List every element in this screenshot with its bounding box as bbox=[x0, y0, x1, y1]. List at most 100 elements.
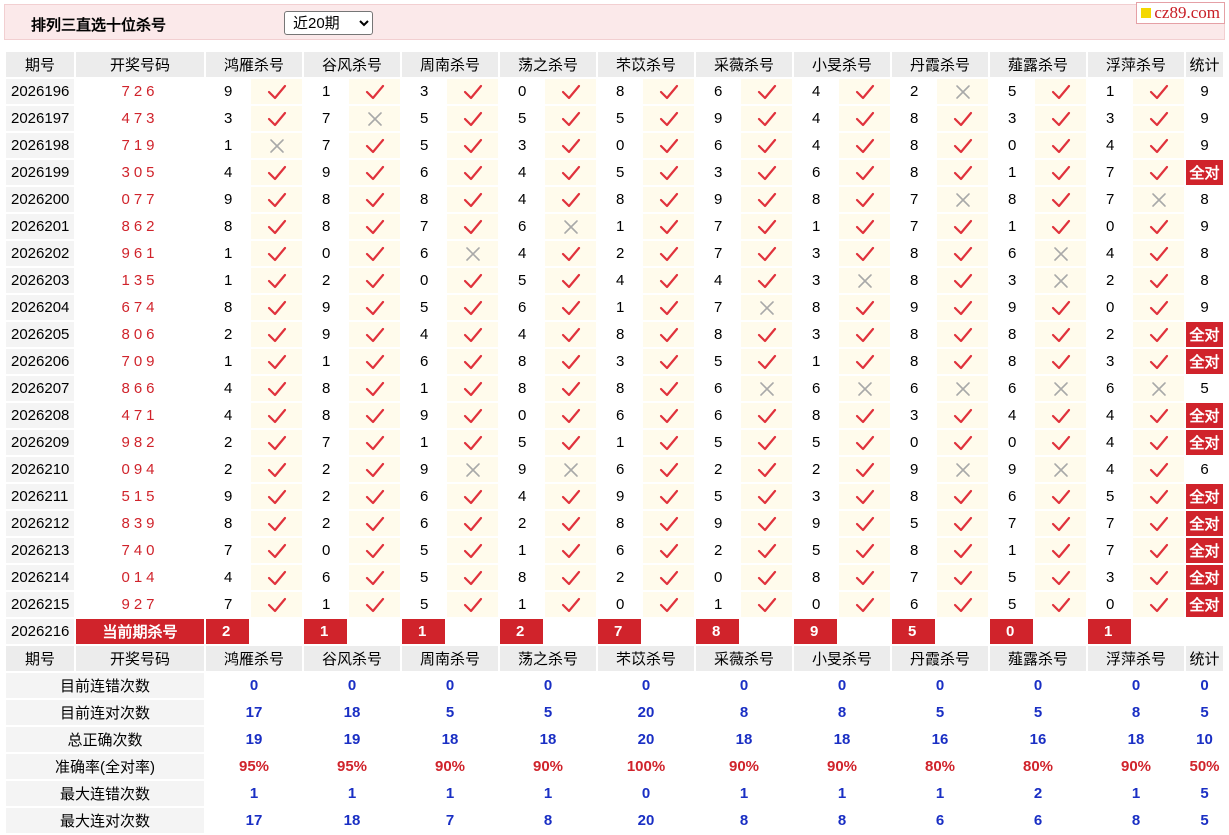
summary-row: 准确率(全对率) 95% 95% 90% 90% 100% 90% 90% 80% 80% 90% 5… bbox=[6, 754, 1223, 779]
cross-icon bbox=[1035, 241, 1086, 266]
kill-number-cell: 4 bbox=[1088, 133, 1131, 158]
col-expert-header[interactable]: 丹霞杀号 bbox=[892, 52, 988, 77]
kill-number-cell: 3 bbox=[1088, 565, 1131, 590]
kill-number-cell: 2 bbox=[1088, 268, 1131, 293]
current-kill-number: 8 bbox=[696, 619, 739, 644]
check-icon bbox=[643, 295, 694, 320]
check-icon bbox=[643, 241, 694, 266]
page-title: 排列三直选十位杀号 bbox=[31, 17, 167, 34]
summary-value: 5 bbox=[500, 700, 596, 725]
col-expert-header[interactable]: 薤露杀号 bbox=[990, 52, 1086, 77]
summary-value: 1 bbox=[1088, 781, 1184, 806]
check-icon bbox=[741, 268, 792, 293]
col-expert-header[interactable]: 芣苡杀号 bbox=[598, 52, 694, 77]
col-expert-header[interactable]: 谷风杀号 bbox=[304, 52, 400, 77]
check-icon bbox=[1133, 295, 1184, 320]
summary-value: 0 bbox=[696, 673, 792, 698]
site-logo[interactable]: cz89.com bbox=[1136, 2, 1225, 24]
col-expert-header[interactable]: 鸿雁杀号 bbox=[206, 52, 302, 77]
col-expert-header[interactable]: 采薇杀号 bbox=[696, 646, 792, 671]
check-icon bbox=[741, 106, 792, 131]
kill-number-cell: 2 bbox=[206, 322, 249, 347]
summary-label: 最大连错次数 bbox=[6, 781, 204, 806]
col-expert-header[interactable]: 周南杀号 bbox=[402, 52, 498, 77]
col-expert-header[interactable]: 浮萍杀号 bbox=[1088, 52, 1184, 77]
check-icon bbox=[251, 538, 302, 563]
table-row: 2026198 719 1 7 5 3 0 6 4 8 0 4 9 bbox=[6, 133, 1223, 158]
kill-number-cell: 4 bbox=[500, 484, 543, 509]
col-expert-header[interactable]: 周南杀号 bbox=[402, 646, 498, 671]
kill-number-cell: 4 bbox=[1088, 403, 1131, 428]
summary-label: 目前连错次数 bbox=[6, 673, 204, 698]
check-icon bbox=[447, 349, 498, 374]
winning-number-cell: 709 bbox=[76, 349, 204, 374]
kill-number-cell: 4 bbox=[500, 322, 543, 347]
summary-value: 16 bbox=[990, 727, 1086, 752]
kill-number-cell: 5 bbox=[794, 538, 837, 563]
summary-value: 17 bbox=[206, 700, 302, 725]
col-expert-header[interactable]: 芣苡杀号 bbox=[598, 646, 694, 671]
summary-value: 0 bbox=[402, 673, 498, 698]
cross-icon bbox=[937, 376, 988, 401]
period-range-select[interactable]: 近20期 bbox=[284, 11, 373, 35]
cross-icon bbox=[251, 133, 302, 158]
check-icon bbox=[643, 322, 694, 347]
check-icon bbox=[643, 268, 694, 293]
check-icon bbox=[937, 430, 988, 455]
kill-number-cell: 9 bbox=[794, 511, 837, 536]
check-icon bbox=[741, 403, 792, 428]
col-expert-header[interactable]: 小旻杀号 bbox=[794, 52, 890, 77]
kill-number-cell: 5 bbox=[500, 430, 543, 455]
check-icon bbox=[1035, 214, 1086, 239]
kill-number-cell: 8 bbox=[206, 295, 249, 320]
col-expert-header[interactable]: 采薇杀号 bbox=[696, 52, 792, 77]
kill-number-cell: 0 bbox=[500, 79, 543, 104]
kill-number-cell: 4 bbox=[500, 241, 543, 266]
kill-number-cell: 5 bbox=[794, 430, 837, 455]
check-icon bbox=[839, 133, 890, 158]
current-kill-blank bbox=[349, 619, 400, 644]
period-cell: 2026213 bbox=[6, 538, 74, 563]
col-expert-header[interactable]: 丹霞杀号 bbox=[892, 646, 988, 671]
col-expert-header[interactable]: 荡之杀号 bbox=[500, 646, 596, 671]
winning-number-cell: 982 bbox=[76, 430, 204, 455]
cross-icon bbox=[545, 214, 596, 239]
check-icon bbox=[1133, 538, 1184, 563]
summary-value: 1 bbox=[206, 781, 302, 806]
kill-number-cell: 8 bbox=[892, 349, 935, 374]
kill-number-cell: 6 bbox=[500, 295, 543, 320]
check-icon bbox=[1133, 592, 1184, 617]
period-cell: 2026199 bbox=[6, 160, 74, 185]
table-row: 2026208 471 4 8 9 0 6 6 8 3 4 4 全对 bbox=[6, 403, 1223, 428]
kill-number-cell: 8 bbox=[892, 322, 935, 347]
summary-value: 5 bbox=[892, 700, 988, 725]
kill-number-cell: 3 bbox=[1088, 106, 1131, 131]
cross-icon bbox=[545, 457, 596, 482]
summary-value: 100% bbox=[598, 754, 694, 779]
cross-icon bbox=[937, 457, 988, 482]
col-expert-header[interactable]: 荡之杀号 bbox=[500, 52, 596, 77]
kill-number-cell: 6 bbox=[402, 160, 445, 185]
kill-number-cell: 1 bbox=[206, 268, 249, 293]
col-expert-header[interactable]: 鸿雁杀号 bbox=[206, 646, 302, 671]
check-icon bbox=[447, 79, 498, 104]
col-expert-header[interactable]: 薤露杀号 bbox=[990, 646, 1086, 671]
col-expert-header[interactable]: 小旻杀号 bbox=[794, 646, 890, 671]
check-icon bbox=[251, 241, 302, 266]
check-icon bbox=[251, 322, 302, 347]
table-row: 2026215 927 7 1 5 1 0 1 0 6 5 0 全对 bbox=[6, 592, 1223, 617]
kill-number-cell: 8 bbox=[892, 241, 935, 266]
check-icon bbox=[1133, 160, 1184, 185]
table-row: 2026207 866 4 8 1 8 8 6 6 6 6 6 5 bbox=[6, 376, 1223, 401]
kill-number-cell: 6 bbox=[696, 133, 739, 158]
kill-number-cell: 8 bbox=[500, 376, 543, 401]
check-icon bbox=[349, 376, 400, 401]
check-icon bbox=[1133, 565, 1184, 590]
check-icon bbox=[349, 403, 400, 428]
col-expert-header[interactable]: 谷风杀号 bbox=[304, 646, 400, 671]
col-expert-header[interactable]: 浮萍杀号 bbox=[1088, 646, 1184, 671]
current-kill-blank bbox=[937, 619, 988, 644]
current-kill-blank bbox=[251, 619, 302, 644]
summary-value: 6 bbox=[990, 808, 1086, 833]
kill-number-cell: 3 bbox=[794, 322, 837, 347]
